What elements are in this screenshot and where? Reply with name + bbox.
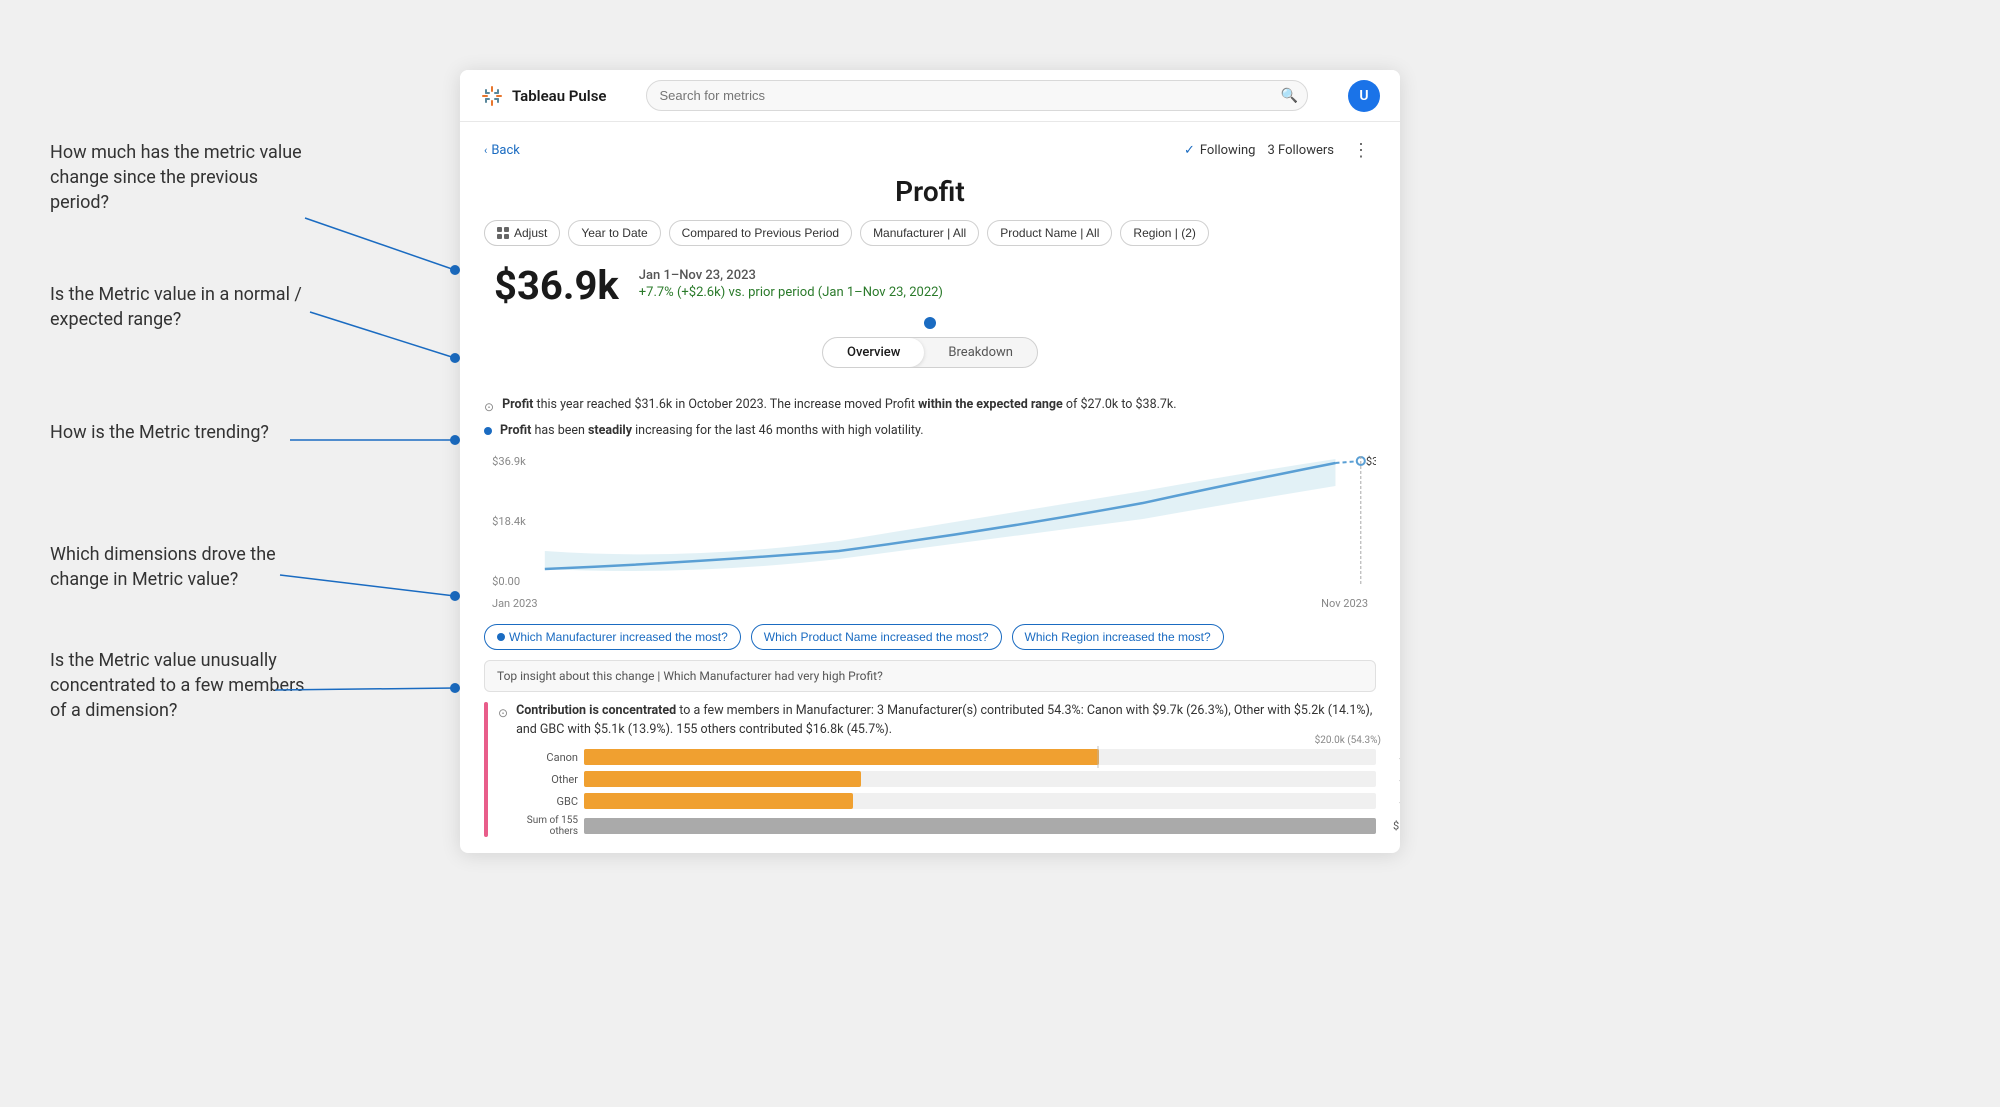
bar-row-others: Sum of 155 others $16.8k (45.7%) bbox=[498, 815, 1376, 837]
chart-labels: Jan 2023 Nov 2023 bbox=[484, 595, 1376, 612]
insight-section: ⊙ Profit this year reached $31.6k in Oct… bbox=[484, 396, 1376, 441]
bar-label-canon: Canon bbox=[498, 751, 578, 764]
region-filter[interactable]: Region | (2) bbox=[1120, 220, 1208, 246]
bar-fill-gbc bbox=[584, 793, 853, 809]
bar-row-other: Other $5.2k (14.1%) bbox=[498, 771, 1376, 787]
content-area: ‹ Back ✓ Following 3 Followers ⋮ Profit bbox=[460, 122, 1400, 853]
filter-bar: Adjust Year to Date Compared to Previous… bbox=[484, 220, 1376, 246]
date-range: Jan 1–Nov 23, 2023 bbox=[639, 268, 943, 283]
metric-title: Profit bbox=[484, 175, 1376, 208]
value-dot-indicator bbox=[924, 317, 936, 329]
bar-fill-other bbox=[584, 771, 861, 787]
change-abs: (+$2.6k) bbox=[677, 285, 725, 300]
followers-label: 3 Followers bbox=[1267, 143, 1334, 158]
adjust-icon bbox=[497, 227, 509, 239]
change-text: +7.7% (+$2.6k) vs. prior period (Jan 1–N… bbox=[639, 285, 943, 300]
value-details: Jan 1–Nov 23, 2023 +7.7% (+$2.6k) vs. pr… bbox=[639, 262, 943, 300]
bar-chart-area: Canon $9.7k (26.3%) $20.0k (54.3%) Other bbox=[498, 749, 1376, 837]
chart-label-start: Jan 2023 bbox=[492, 597, 538, 610]
dimension-row: Which Manufacturer increased the most? W… bbox=[484, 624, 1376, 650]
insight-dot-icon bbox=[484, 427, 492, 435]
bar-fill-others bbox=[584, 818, 1376, 834]
main-value-area: $36.9k Jan 1–Nov 23, 2023 +7.7% (+$2.6k)… bbox=[484, 262, 1376, 309]
total-marker bbox=[1097, 746, 1099, 768]
location-pin-icon: ⊙ bbox=[484, 398, 494, 416]
trend-chart: $36.9k $18.4k $0.00 $36.9k bbox=[484, 451, 1376, 591]
concentration-section: ⊙ Contribution is concentrated to a few … bbox=[484, 702, 1376, 838]
bar-track-other: $5.2k (14.1%) bbox=[584, 771, 1376, 787]
confidence-band bbox=[545, 459, 1336, 571]
change-vs: vs. prior period (Jan 1–Nov 23, 2022) bbox=[728, 285, 943, 300]
region-dimension-button[interactable]: Which Region increased the most? bbox=[1012, 624, 1224, 650]
concentration-text: ⊙ Contribution is concentrated to a few … bbox=[498, 702, 1376, 740]
manufacturer-dimension-button[interactable]: Which Manufacturer increased the most? bbox=[484, 624, 741, 650]
bar-track-others: $16.8k (45.7%) bbox=[584, 818, 1376, 834]
more-options-button[interactable]: ⋮ bbox=[1346, 138, 1376, 163]
concentration-indicator-bar bbox=[484, 702, 488, 838]
change-pct: +7.7% bbox=[639, 285, 674, 300]
back-row: ‹ Back ✓ Following 3 Followers ⋮ bbox=[484, 138, 1376, 163]
view-tabs: Overview Breakdown bbox=[822, 337, 1038, 368]
dim-dot-icon bbox=[497, 633, 505, 641]
annotation-area: How much has the metric value change sin… bbox=[0, 0, 460, 1107]
insight-item-1: ⊙ Profit this year reached $31.6k in Oct… bbox=[484, 396, 1376, 416]
concentration-content: ⊙ Contribution is concentrated to a few … bbox=[498, 702, 1376, 838]
bar-label-other: Other bbox=[498, 773, 578, 786]
tab-overview[interactable]: Overview bbox=[823, 338, 924, 367]
bar-value-other: $5.2k (14.1%) bbox=[1399, 773, 1400, 786]
tab-breakdown[interactable]: Breakdown bbox=[924, 338, 1037, 367]
follow-actions: ✓ Following 3 Followers ⋮ bbox=[1184, 138, 1376, 163]
chart-label-end: Nov 2023 bbox=[1321, 597, 1368, 610]
product-name-dimension-button[interactable]: Which Product Name increased the most? bbox=[751, 624, 1002, 650]
annotation-2: Is the Metric value in a normal / expect… bbox=[50, 282, 310, 332]
svg-text:$18.4k: $18.4k bbox=[492, 515, 526, 528]
user-avatar[interactable]: U bbox=[1348, 80, 1380, 112]
following-button[interactable]: ✓ Following bbox=[1184, 143, 1256, 158]
search-icon: 🔍 bbox=[1281, 88, 1298, 104]
annotation-5: Is the Metric value unusually concentrat… bbox=[50, 648, 310, 724]
annotation-1: How much has the metric value change sin… bbox=[50, 140, 310, 216]
search-bar[interactable]: 🔍 bbox=[646, 80, 1308, 111]
top-nav: Tableau Pulse 🔍 U bbox=[460, 70, 1400, 122]
bar-track-canon: $9.7k (26.3%) $20.0k (54.3%) bbox=[584, 749, 1376, 765]
year-to-date-filter[interactable]: Year to Date bbox=[568, 220, 660, 246]
insight-item-2: Profit has been steadily increasing for … bbox=[484, 422, 1376, 441]
top-insight-bar[interactable]: Top insight about this change | Which Ma… bbox=[484, 660, 1376, 692]
bar-value-others: $16.8k (45.7%) bbox=[1393, 820, 1400, 833]
bar-row-gbc: GBC $5.1k (13.9%) bbox=[498, 793, 1376, 809]
check-icon: ✓ bbox=[1184, 143, 1195, 158]
bar-value-gbc: $5.1k (13.9%) bbox=[1399, 795, 1400, 808]
bar-row-canon: Canon $9.7k (26.3%) $20.0k (54.3%) bbox=[498, 749, 1376, 765]
compared-filter[interactable]: Compared to Previous Period bbox=[669, 220, 852, 246]
tableau-panel: Tableau Pulse 🔍 U ‹ Back ✓ Following 3 F… bbox=[460, 70, 1400, 853]
svg-text:$36.9k: $36.9k bbox=[1366, 455, 1376, 468]
product-name-filter[interactable]: Product Name | All bbox=[987, 220, 1112, 246]
tableau-logo-icon bbox=[480, 84, 504, 108]
back-label: Back bbox=[491, 143, 520, 158]
logo-area: Tableau Pulse bbox=[480, 84, 606, 108]
svg-text:$36.9k: $36.9k bbox=[492, 455, 526, 468]
followers-button[interactable]: 3 Followers bbox=[1267, 143, 1334, 158]
annotation-3: How is the Metric trending? bbox=[50, 420, 269, 445]
bar-track-gbc: $5.1k (13.9%) bbox=[584, 793, 1376, 809]
back-chevron-icon: ‹ bbox=[484, 144, 487, 157]
total-label: $20.0k (54.3%) bbox=[1315, 735, 1381, 746]
bar-value-canon: $9.7k (26.3%) bbox=[1399, 751, 1400, 764]
bar-fill-canon bbox=[584, 749, 1099, 765]
search-input[interactable] bbox=[646, 80, 1308, 111]
svg-text:$0.00: $0.00 bbox=[492, 575, 520, 588]
app-name: Tableau Pulse bbox=[512, 87, 606, 105]
manufacturer-filter[interactable]: Manufacturer | All bbox=[860, 220, 979, 246]
concentration-icon: ⊙ bbox=[498, 704, 508, 722]
metric-value: $36.9k bbox=[494, 262, 619, 309]
chart-area: $36.9k $18.4k $0.00 $36.9k bbox=[484, 451, 1376, 591]
annotation-4: Which dimensions drove the change in Met… bbox=[50, 542, 310, 592]
bar-label-others: Sum of 155 others bbox=[498, 815, 578, 837]
back-button[interactable]: ‹ Back bbox=[484, 143, 520, 158]
adjust-button[interactable]: Adjust bbox=[484, 220, 560, 246]
following-label: Following bbox=[1200, 143, 1256, 158]
bar-label-gbc: GBC bbox=[498, 795, 578, 808]
